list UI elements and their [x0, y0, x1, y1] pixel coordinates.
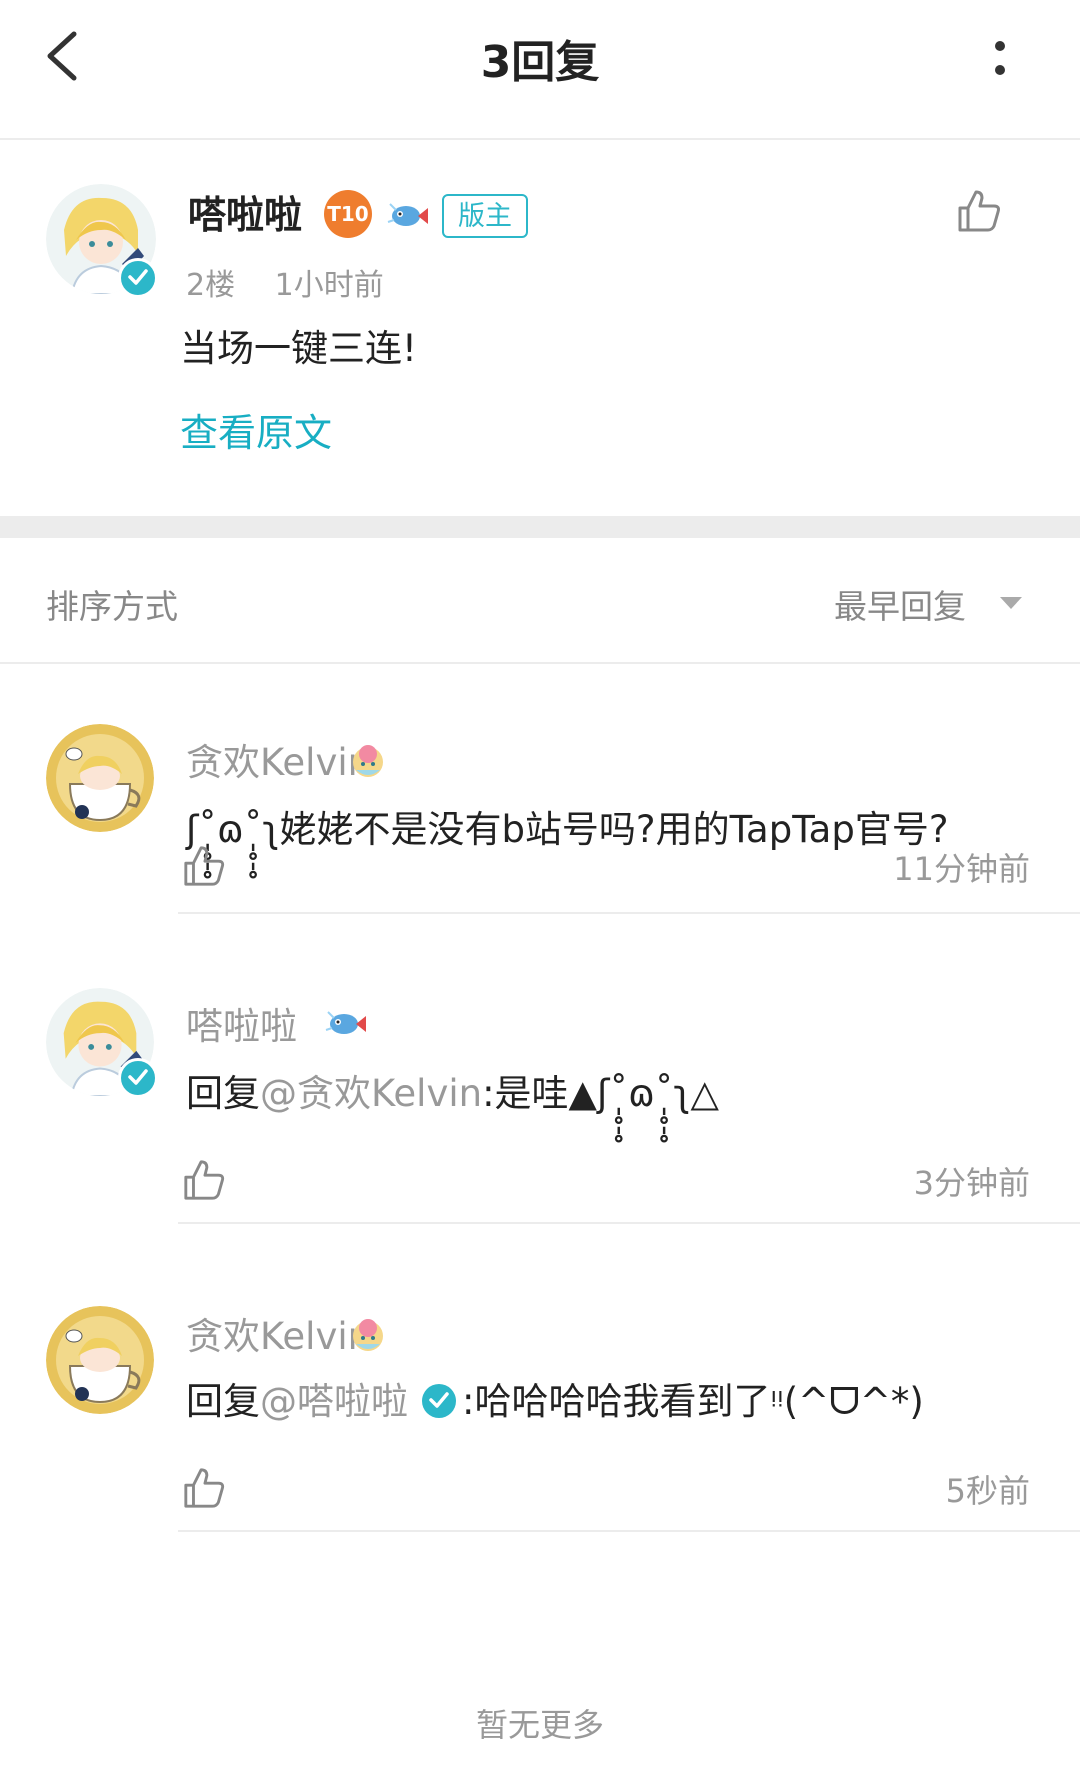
original-post: 嗒啦啦 T10 版主 2楼 1小时前 当场一键三连! 查看原文 [0, 140, 1080, 516]
avatar[interactable] [46, 724, 154, 832]
post-meta: 2楼 1小时前 [186, 260, 414, 304]
sort-bar: 排序方式 最早回复 [0, 538, 1080, 664]
username[interactable]: 贪欢Kelvin [186, 1306, 371, 1360]
verified-icon [118, 258, 158, 298]
mention-link[interactable]: @嗒啦啦 [260, 1380, 408, 1423]
reply-time: 11分钟前 [893, 850, 1030, 888]
reply-prefix: 回复 [186, 1380, 260, 1423]
mention-link[interactable]: @贪欢Kelvin [260, 1072, 482, 1115]
thumbs-up-icon[interactable] [956, 188, 1002, 234]
username[interactable]: 嗒啦啦 [186, 996, 297, 1050]
username[interactable]: 贪欢Kelvin [186, 732, 371, 786]
verified-icon [422, 1384, 456, 1418]
moderator-badge: 版主 [442, 194, 528, 238]
avatar[interactable] [46, 1306, 154, 1414]
reply-item: 贪欢Kelvin 回复@嗒啦啦 :哈哈哈哈我看到了ᵎᵎ(^ᗜ^*) 5秒前 [0, 1222, 1080, 1552]
reply-body: :是哇▲ʃ˚̩̥̩̥ɷ˚̩̥̩̥ʅ△ [482, 1072, 719, 1115]
verified-icon [118, 1058, 158, 1098]
post-content: 当场一键三连! [180, 327, 417, 370]
sort-label: 排序方式 [46, 587, 178, 626]
thumbs-up-icon[interactable] [182, 1158, 226, 1202]
character-badge-icon [353, 1319, 383, 1351]
reply-item: 嗒啦啦 回复@贪欢Kelvin:是哇▲ʃ˚̩̥̩̥ɷ˚̩̥̩̥ʅ△ 3分钟前 [0, 914, 1080, 1224]
username[interactable]: 嗒啦啦 [188, 184, 302, 239]
level-badge: T10 [324, 190, 372, 238]
reply-content: 回复@嗒啦啦 :哈哈哈哈我看到了ᵎᵎ(^ᗜ^*) [186, 1372, 1016, 1432]
divider [178, 1530, 1080, 1532]
top-bar: 3回复 [0, 0, 1080, 140]
no-more-text: 暂无更多 [475, 1706, 604, 1744]
more-options-icon[interactable] [990, 38, 1010, 78]
thumbs-up-icon[interactable] [182, 1466, 226, 1510]
reply-prefix: 回复 [186, 1072, 260, 1115]
section-gap [0, 516, 1080, 538]
reply-time: 5秒前 [945, 1472, 1030, 1510]
reply-content: 回复@贪欢Kelvin:是哇▲ʃ˚̩̥̩̥ɷ˚̩̥̩̥ʅ△ [186, 1064, 1016, 1124]
chevron-down-icon[interactable] [998, 595, 1024, 611]
sort-dropdown[interactable]: 最早回复 [834, 580, 966, 628]
reply-time: 3分钟前 [913, 1164, 1030, 1202]
reply-body: :哈哈哈哈我看到了ᵎᵎ(^ᗜ^*) [462, 1380, 924, 1423]
view-original-link[interactable]: 查看原文 [180, 402, 332, 457]
fish-badge-icon [387, 203, 428, 226]
floor-number: 2楼 [186, 268, 236, 303]
post-time: 1小时前 [274, 268, 384, 303]
reply-content: ʃ˚̩̥̩̥ɷ˚̩̥̩̥ʅ姥姥不是没有b站号吗?用的TapTap官号? [186, 808, 949, 851]
fish-badge-icon [325, 1011, 366, 1034]
page-title: 3回复 [480, 37, 600, 88]
thumbs-up-icon[interactable] [182, 844, 226, 888]
character-badge-icon [353, 745, 383, 777]
